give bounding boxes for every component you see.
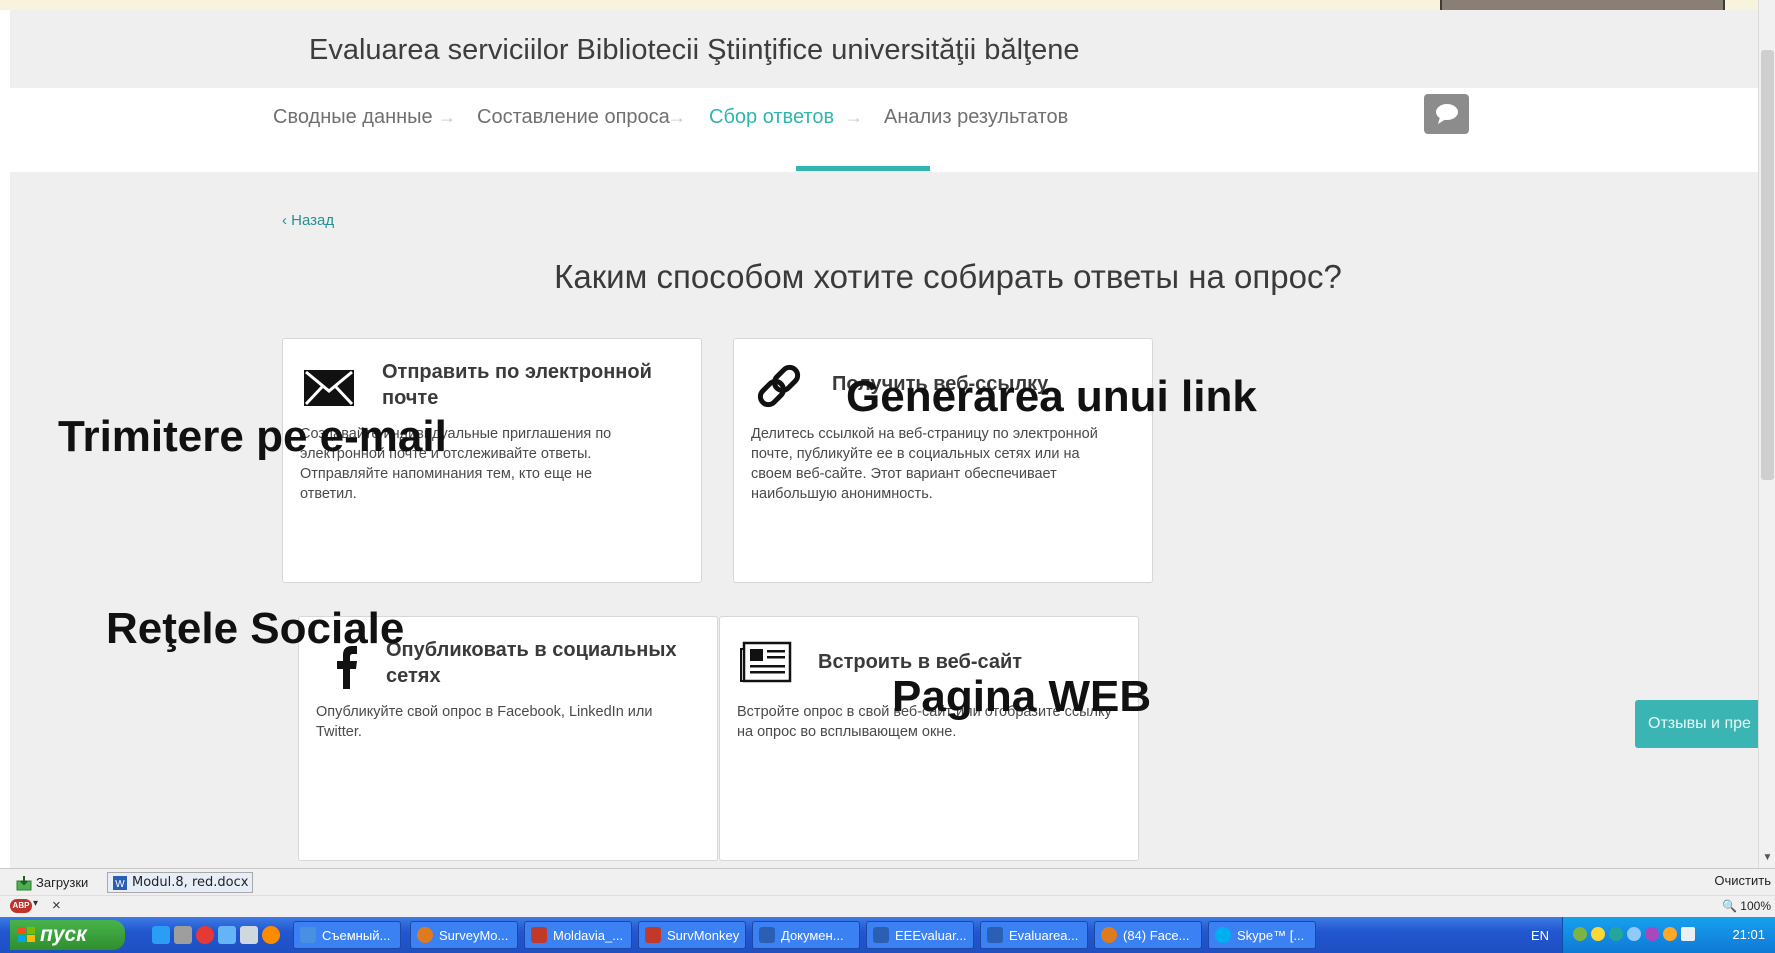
page-scrollbar[interactable]: ▼ [1758, 0, 1775, 868]
quicklaunch-icon[interactable] [240, 926, 258, 944]
zoom-level: 100% [1740, 899, 1771, 913]
tray-app-icon[interactable] [1645, 927, 1659, 941]
clock[interactable]: 21:01 [1732, 927, 1765, 942]
window-label: (84) Face... [1123, 927, 1190, 943]
tray-app-icon[interactable] [1681, 927, 1695, 941]
scroll-down-arrow-icon[interactable]: ▼ [1761, 852, 1774, 866]
arrow-icon: → [845, 107, 863, 127]
quicklaunch-icon[interactable] [174, 926, 192, 944]
window-label: SurvMonkey [667, 927, 740, 943]
link-icon [757, 364, 801, 408]
collector-content: ‹ Назад Каким способом хотите собирать о… [10, 172, 1758, 868]
annotation-link: Generarea unui link [846, 372, 1257, 421]
survey-header: Evaluarea serviciilor Bibliotecii Ştiinţ… [10, 10, 1758, 88]
clear-downloads-button[interactable]: Очистить [1714, 873, 1771, 888]
annotation-web: Pagina WEB [892, 672, 1152, 721]
windows-taskbar: пуск Съемный... SurveyMo... Moldavia_...… [0, 917, 1775, 953]
card-description: Делитесь ссылкой на веб-страницу по элек… [751, 426, 1098, 502]
language-indicator[interactable]: EN [1520, 921, 1560, 949]
windows-logo-icon [18, 927, 35, 942]
speech-bubble-icon [1435, 104, 1458, 124]
taskbar-window-button[interactable]: Skype™ [... [1208, 921, 1316, 949]
page-question: Каким способом хотите собирать ответы на… [10, 258, 1758, 296]
quicklaunch-icon[interactable] [196, 926, 214, 944]
window-label: Skype™ [... [1237, 927, 1305, 943]
scrollbar-thumb[interactable] [1761, 50, 1774, 480]
tab-design-survey[interactable]: Составление опроса [477, 106, 670, 129]
active-tab-underline [796, 166, 930, 171]
word-document-icon: W [113, 875, 127, 890]
adblock-plus-icon[interactable]: ABP [10, 899, 32, 913]
window-label: Evaluarea... [1009, 927, 1079, 943]
taskbar-window-button[interactable]: Evaluarea... [980, 921, 1088, 949]
start-button[interactable]: пуск [10, 920, 125, 950]
tab-collect-responses[interactable]: Сбор ответов [709, 106, 834, 129]
document-icon [645, 927, 661, 943]
skype-icon [1215, 927, 1231, 943]
zoom-indicator[interactable]: 🔍 100% [1722, 899, 1771, 913]
newspaper-icon [740, 641, 792, 683]
window-label: SurveyMo... [439, 927, 509, 943]
start-label: пуск [40, 923, 87, 946]
window-label: EEEvaluar... [895, 927, 967, 943]
tray-app-icon[interactable] [1591, 927, 1605, 941]
firefox-icon [1101, 927, 1117, 943]
quicklaunch-icon[interactable] [152, 926, 170, 944]
quicklaunch-icon[interactable] [218, 926, 236, 944]
downloads-bar: Загрузки W Modul.8, red.docx Очистить [0, 868, 1775, 895]
taskbar-window-button[interactable]: Moldavia_... [524, 921, 632, 949]
annotation-social: Reţele Sociale [106, 604, 405, 653]
back-link[interactable]: ‹ Назад [282, 212, 334, 229]
tray-app-icon[interactable] [1609, 927, 1623, 941]
addon-bar: ABP ▾ × 🔍 100% [0, 895, 1775, 917]
chevron-down-icon[interactable]: ▾ [33, 898, 38, 909]
step-navigation: Сводные данные → Составление опроса → Сб… [10, 88, 1758, 172]
collector-card-website-embed[interactable]: Встроить в веб-сайт Встройте опрос в сво… [719, 616, 1139, 861]
document-icon [531, 927, 547, 943]
taskbar-window-button[interactable]: SurvMonkey [638, 921, 746, 949]
card-title: Опубликовать в социальных сетях [386, 639, 677, 687]
word-document-icon [873, 927, 889, 943]
svg-text:W: W [115, 879, 125, 890]
download-icon [16, 875, 32, 890]
network-icon[interactable] [1573, 927, 1587, 941]
tray-app-icon[interactable] [1663, 927, 1677, 941]
tray-app-icon[interactable] [1627, 927, 1641, 941]
firefox-icon [417, 927, 433, 943]
chevron-left-icon: ‹ [282, 212, 287, 229]
download-file-name: Modul.8, red.docx [132, 875, 249, 890]
folder-icon [300, 927, 316, 943]
question-text: Каким способом хотите собирать ответы на… [554, 258, 1342, 295]
close-addon-bar-button[interactable]: × [52, 897, 61, 914]
word-document-icon [987, 927, 1003, 943]
arrow-icon: → [668, 107, 686, 127]
window-label: Съемный... [322, 927, 391, 943]
survey-title: Evaluarea serviciilor Bibliotecii Ştiinţ… [309, 34, 1080, 66]
annotation-email: Trimitere pe e-mail [58, 412, 447, 461]
tab-summary[interactable]: Сводные данные [273, 106, 433, 129]
card-title: Отправить по электронной почте [382, 361, 652, 409]
taskbar-window-button[interactable]: EEEvaluar... [866, 921, 974, 949]
window-label: Докумен... [781, 927, 844, 943]
feedback-tab[interactable]: Отзывы и пре [1635, 700, 1775, 748]
downloads-button[interactable]: Загрузки [12, 872, 92, 893]
screen: Evaluarea serviciilor Bibliotecii Ştiinţ… [0, 0, 1775, 953]
download-file-item[interactable]: W Modul.8, red.docx [107, 872, 254, 893]
tab-analyze-results[interactable]: Анализ результатов [884, 106, 1068, 129]
card-description: Опубликуйте свой опрос в Facebook, Linke… [316, 704, 653, 740]
arrow-icon: → [438, 107, 456, 127]
back-label: Назад [291, 212, 335, 229]
taskbar-window-button[interactable]: SurveyMo... [410, 921, 518, 949]
taskbar-window-button[interactable]: Докумен... [752, 921, 860, 949]
comments-button[interactable] [1424, 94, 1469, 134]
taskbar-window-button[interactable]: (84) Face... [1094, 921, 1202, 949]
downloads-label: Загрузки [36, 875, 89, 890]
search-icon: 🔍 [1722, 899, 1737, 913]
quicklaunch-icon[interactable] [262, 926, 280, 944]
envelope-icon [304, 370, 354, 406]
system-tray: 21:01 [1562, 917, 1775, 953]
word-document-icon [759, 927, 775, 943]
window-label: Moldavia_... [553, 927, 624, 943]
taskbar-window-button[interactable]: Съемный... [293, 921, 401, 949]
